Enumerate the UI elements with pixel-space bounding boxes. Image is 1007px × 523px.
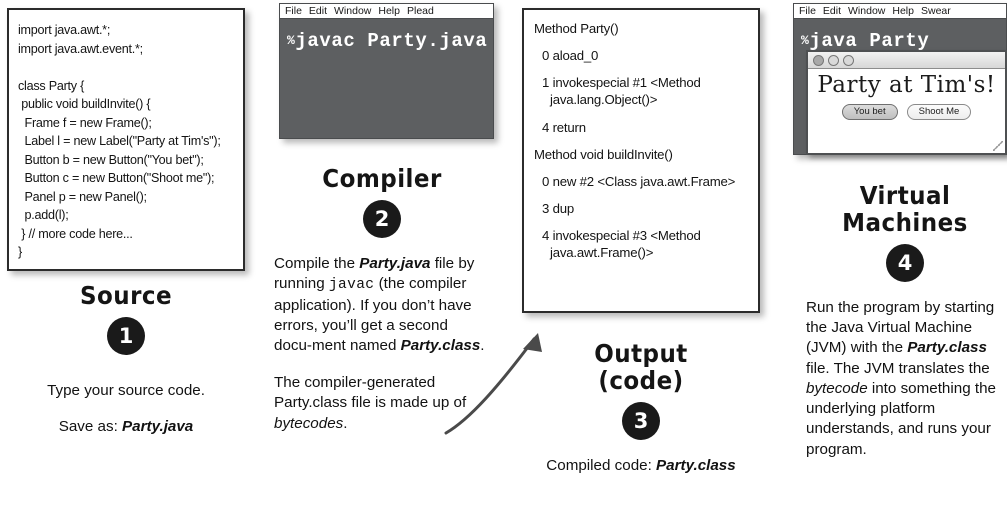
bytecode-line: Method void buildInvite() (534, 146, 673, 162)
source-saveas-line: Save as: Party.java (7, 417, 245, 437)
vm-paragraph: Run the program by starting the Java Vir… (806, 298, 1004, 460)
menu-item-edit[interactable]: Edit (823, 5, 841, 17)
party-window-titlebar[interactable] (808, 52, 1005, 69)
source-instruction-line: Type your source code. (47, 382, 205, 399)
bytecode-line-list: Method Party() 0 aload_0 1 invokespecial #… (534, 20, 750, 262)
menu-item-file[interactable]: File (285, 5, 302, 17)
compiler-step-title: Compiler (322, 164, 442, 193)
bytecode-line: 3 dup (542, 201, 575, 217)
bytecode-output-panel: Method Party() 0 aload_0 1 invokespecial #… (522, 8, 760, 313)
close-dot-icon[interactable] (843, 54, 854, 66)
output-step-title-line1: Output (594, 339, 688, 368)
vm-p-b: file. The JVM translates the (806, 359, 990, 377)
compiler-step-badge: 2 (363, 200, 401, 238)
output-caption-block: Output (code) 3 Compiled code: Party.cla… (522, 340, 760, 476)
source-code-panel: import java.awt.*; import java.awt.event… (7, 8, 245, 271)
bytecode-line: 0 new #2 <Class java.awt.Frame> (542, 173, 736, 189)
figure-canvas: import java.awt.*; import java.awt.event… (0, 0, 1007, 523)
zoom-dot-icon[interactable] (828, 54, 839, 66)
minimize-dot-icon[interactable] (813, 54, 824, 66)
jvm-command-text: java Party (809, 30, 930, 52)
output-compiled-filename: Party.class (656, 457, 736, 474)
jvm-command-line: %java Party (794, 19, 1006, 52)
compiler-p2-b: . (343, 414, 348, 432)
vm-caption-block: Virtual Machines 4 Run the program by st… (806, 182, 1004, 460)
vm-p-emphasis: bytecode (806, 379, 868, 397)
source-code-text: import java.awt.*; import java.awt.event… (18, 23, 221, 259)
shoot-me-button[interactable]: Shoot Me (906, 104, 972, 120)
output-compiled-line: Compiled code: Party.class (522, 456, 760, 476)
menu-item-window[interactable]: Window (334, 5, 371, 17)
menu-item-swear[interactable]: Swear (921, 5, 951, 17)
compiler-terminal-window[interactable]: File Edit Window Help Plead %javac Party… (279, 3, 494, 139)
resize-grip-icon[interactable] (993, 141, 1003, 151)
bytecode-line: Method Party() (534, 21, 619, 36)
source-saveas-prefix: Save as: (58, 418, 123, 436)
source-step-title: Source (79, 281, 173, 310)
vm-step-badge: 4 (886, 244, 924, 282)
compiler-command-line: %javac Party.java (280, 19, 493, 52)
party-window-label: Party at Tim's! (817, 72, 996, 98)
menu-item-plead[interactable]: Plead (407, 5, 434, 17)
source-step-badge: 1 (107, 317, 145, 355)
compiler-p1-file: Party.java (359, 255, 431, 272)
menu-item-file[interactable]: File (799, 5, 816, 17)
menu-item-window[interactable]: Window (848, 5, 885, 17)
source-saveas-filename: Party.java (122, 418, 194, 436)
bytecode-line: 1 invokespecial #1 <Method java.lang.Obj… (542, 75, 701, 108)
compiler-command-text: javac Party.java (295, 30, 488, 52)
compiler-menubar[interactable]: File Edit Window Help Plead (280, 4, 493, 19)
menu-item-edit[interactable]: Edit (309, 5, 327, 17)
output-compiled-prefix: Compiled code: (546, 457, 657, 474)
menu-item-help[interactable]: Help (378, 5, 400, 17)
you-bet-button[interactable]: You bet (841, 104, 898, 120)
vm-p-file: Party.class (907, 339, 987, 357)
jvm-menubar[interactable]: File Edit Window Help Swear (794, 4, 1006, 19)
party-app-window[interactable]: Party at Tim's! You bet Shoot Me (806, 50, 1007, 155)
bytecode-line: 4 return (542, 119, 586, 135)
bytecode-line: 0 aload_0 (542, 48, 599, 64)
vm-step-title-line1: Virtual (859, 181, 951, 210)
output-step-badge: 3 (622, 402, 660, 440)
compiler-p1-command: javac (328, 277, 375, 294)
vm-step-title-line2: Machines (842, 208, 968, 237)
menu-item-help[interactable]: Help (892, 5, 914, 17)
compiler-p1-a: Compile the (274, 255, 360, 272)
compiler-p2-emphasis: bytecodes (274, 414, 344, 432)
output-step-title-line2: (code) (598, 366, 684, 395)
source-caption-block: Source 1 Type your source code. Save as:… (7, 282, 245, 437)
bytecode-line: 4 invokespecial #3 <Method java.awt.Fram… (542, 228, 701, 261)
party-window-button-row: You bet Shoot Me (808, 104, 1005, 120)
